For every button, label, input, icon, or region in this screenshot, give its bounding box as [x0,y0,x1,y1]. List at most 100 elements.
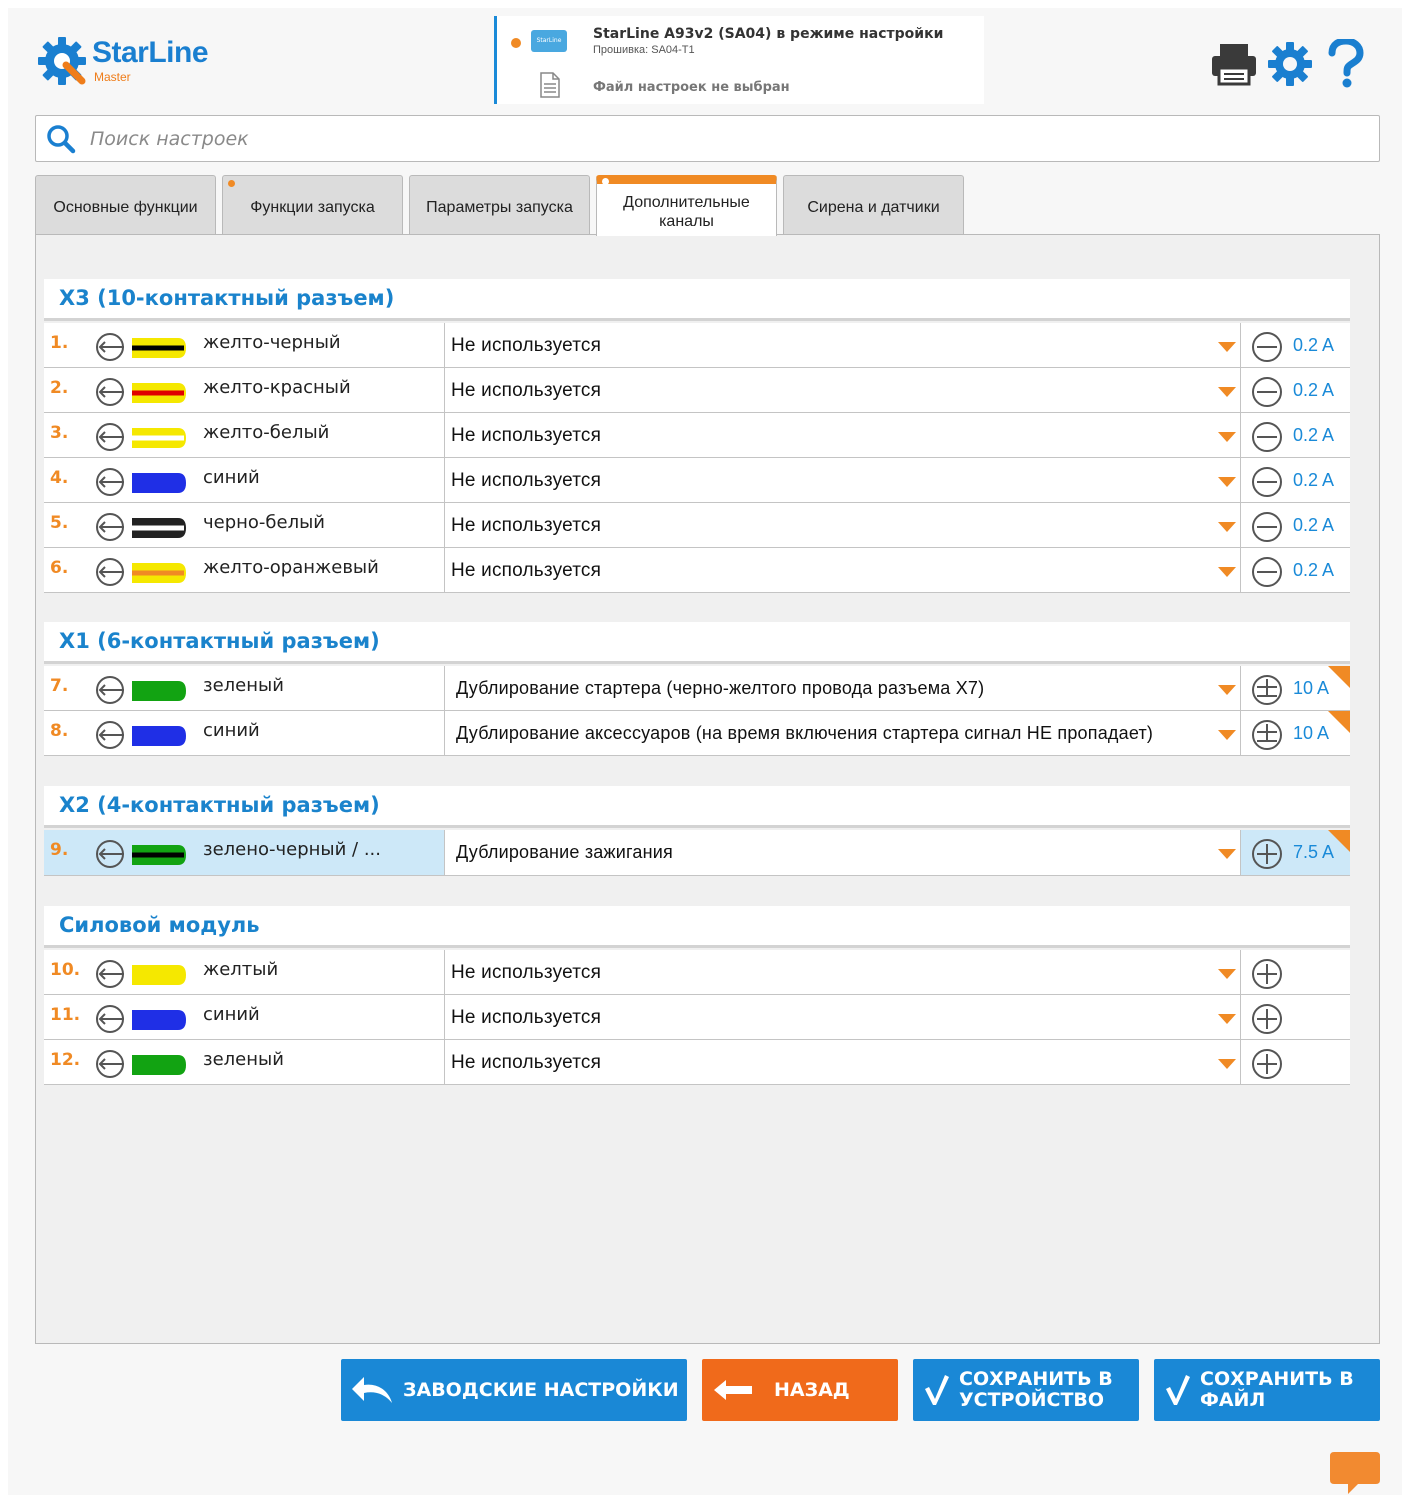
wire-name: синий [203,720,260,741]
dropdown-caret-icon [1218,969,1236,979]
tab-label: Параметры запуска [426,199,573,216]
plus-minus-circle-icon [1252,675,1282,705]
channel-row[interactable]: 12. зеленый Не используется [44,1040,1350,1085]
modified-corner-marker [1328,666,1350,688]
logo-title: StarLine [92,36,209,69]
function-dropdown[interactable]: Дублирование аксессуаров (на время включ… [444,711,1241,755]
back-button[interactable]: НАЗАД [702,1359,898,1421]
current-control[interactable]: 0.2 A [1241,323,1350,367]
current-control[interactable]: 0.2 A [1241,458,1350,502]
channel-number: 5. [50,513,69,533]
search-input[interactable] [90,121,1360,157]
wire-name: желто-красный [203,377,351,398]
minus-circle-icon [1252,557,1282,587]
current-control[interactable]: 0.2 A [1241,548,1350,592]
function-dropdown[interactable]: Не используется [444,1040,1241,1084]
settings-button[interactable] [1266,38,1314,90]
current-control[interactable]: 0.2 A [1241,503,1350,547]
dropdown-caret-icon [1218,522,1236,532]
current-control[interactable]: 10 A [1241,711,1350,755]
output-direction-icon [96,721,124,749]
function-selected-value: Не используется [451,962,602,983]
function-dropdown[interactable]: Не используется [444,413,1241,457]
dropdown-caret-icon [1218,685,1236,695]
plus-circle-icon [1252,1004,1282,1034]
wire-color-icon [132,1010,186,1030]
channel-row[interactable]: 3. желто-белый Не используется 0.2 A [44,413,1350,458]
current-value: 0.2 A [1293,560,1335,580]
current-control[interactable]: 0.2 A [1241,368,1350,412]
minus-circle-icon [1252,377,1282,407]
wire-name: синий [203,1004,260,1025]
tab-4[interactable]: Дополнительные каналы [596,175,777,236]
function-dropdown[interactable]: Не используется [444,503,1241,547]
save-to-device-button[interactable]: СОХРАНИТЬ В УСТРОЙСТВО [913,1359,1139,1421]
save-to-file-button[interactable]: СОХРАНИТЬ В ФАЙЛ [1154,1359,1380,1421]
plus-minus-circle-icon [1252,720,1282,750]
channel-row[interactable]: 1. желто-черный Не используется 0.2 A [44,323,1350,368]
tab-1[interactable]: Основные функции [35,175,216,235]
current-control[interactable] [1241,995,1350,1039]
current-value: 0.2 A [1293,425,1335,445]
wire-name: зеленый [203,1049,284,1070]
output-direction-icon [96,423,124,451]
output-direction-icon [96,558,124,586]
output-direction-icon [96,840,124,868]
device-title: StarLine A93v2 (SA04) в режиме настройки [593,26,944,42]
current-control[interactable]: 10 A [1241,666,1350,710]
channel-number: 8. [50,721,69,741]
chat-bubble-icon[interactable] [1330,1452,1380,1494]
function-dropdown[interactable]: Не используется [444,458,1241,502]
wire-color-icon [132,1055,186,1075]
wire-color-icon [132,726,186,746]
channel-row[interactable]: 5. черно-белый Не используется 0.2 A [44,503,1350,548]
wire-name: желто-оранжевый [203,557,379,578]
channel-row[interactable]: 11. синий Не используется [44,995,1350,1040]
function-dropdown[interactable]: Дублирование зажигания [444,830,1241,875]
current-control[interactable]: 7.5 A [1241,830,1350,875]
channel-row[interactable]: 9. зелено-черный / ... Дублирование зажига… [44,830,1350,876]
minus-circle-icon [1252,512,1282,542]
print-button[interactable] [1210,38,1258,90]
factory-settings-button[interactable]: ЗАВОДСКИЕ НАСТРОЙКИ [341,1359,687,1421]
output-direction-icon [96,1050,124,1078]
plus-circle-icon [1252,839,1282,869]
modified-corner-marker [1328,711,1350,733]
function-dropdown[interactable]: Дублирование стартера (черно-желтого про… [444,666,1241,710]
function-dropdown[interactable]: Не используется [444,548,1241,592]
printer-icon [1212,44,1256,86]
output-direction-icon [96,513,124,541]
function-selected-value: Не используется [451,515,602,536]
channel-row[interactable]: 10. желтый Не используется [44,950,1350,995]
channel-row[interactable]: 8. синий Дублирование аксессуаров (на врем… [44,711,1350,756]
function-dropdown[interactable]: Не используется [444,995,1241,1039]
function-dropdown[interactable]: Не используется [444,368,1241,412]
app-window: StarLine Master StarLine StarLine A93v2 … [8,8,1402,1495]
tab-5[interactable]: Сирена и датчики [783,175,964,235]
starline-logo: StarLine Master [36,33,236,93]
checkmark-icon [921,1370,953,1410]
file-icon[interactable] [539,72,561,98]
tab-2[interactable]: Функции запуска [222,175,403,235]
channel-row[interactable]: 7. зеленый Дублирование стартера (черно-же… [44,666,1350,711]
current-control[interactable] [1241,950,1350,994]
logo-subtitle: Master [94,70,131,84]
help-button[interactable] [1322,38,1370,90]
channel-row[interactable]: 6. желто-оранжевый Не используется 0.2 A [44,548,1350,593]
channel-row[interactable]: 2. желто-красный Не используется 0.2 A [44,368,1350,413]
current-value: 0.2 A [1293,335,1335,355]
minus-circle-icon [1252,422,1282,452]
current-control[interactable]: 0.2 A [1241,413,1350,457]
function-dropdown[interactable]: Не используется [444,950,1241,994]
current-control[interactable] [1241,1040,1350,1084]
function-dropdown[interactable]: Не используется [444,323,1241,367]
channel-number: 3. [50,423,69,443]
wire-color-icon [132,965,186,985]
channel-row[interactable]: 4. синий Не используется 0.2 A [44,458,1350,503]
section-title: X2 (4-контактный разъем) [44,786,1350,828]
channel-number: 2. [50,378,69,398]
output-direction-icon [96,468,124,496]
factory-settings-label: ЗАВОДСКИЕ НАСТРОЙКИ [403,1378,679,1401]
channel-number: 12. [50,1050,81,1070]
tab-3[interactable]: Параметры запуска [409,175,590,235]
